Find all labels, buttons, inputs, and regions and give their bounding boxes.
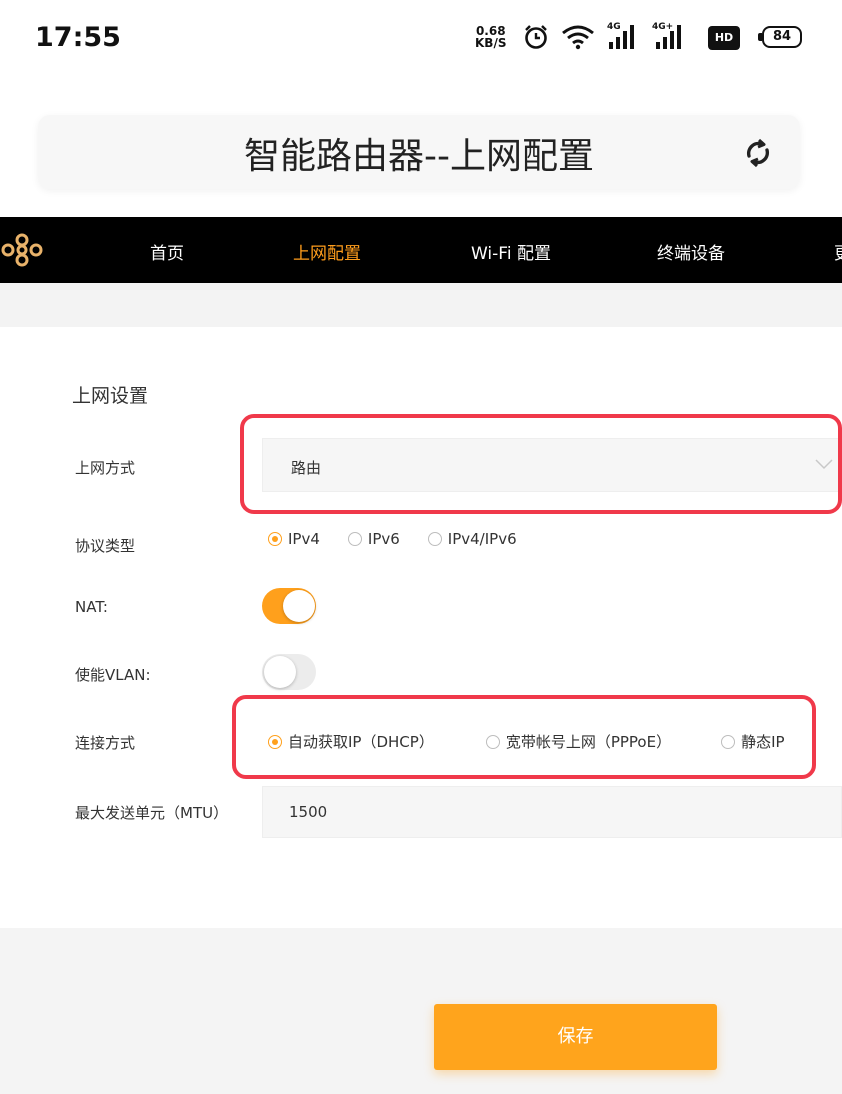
nav-item-internet-config[interactable]: 上网配置 (293, 239, 361, 264)
alarm-icon (525, 25, 547, 49)
toggle-knob (283, 590, 315, 622)
radio-dot (721, 734, 736, 749)
status-bar: 17:55 0.68 KB/S 4G 4G+ HD 84 (0, 0, 842, 80)
radio-ipv4-ipv6-label: IPv4/IPv6 (447, 530, 517, 548)
radio-pppoe-label: 宽带帐号上网（PPPoE） (505, 733, 672, 751)
hd-label: HD (714, 31, 734, 44)
vlan-toggle[interactable] (262, 654, 316, 690)
clock: 17:55 (35, 22, 121, 53)
nav-item-more[interactable]: 更 (834, 239, 842, 264)
radio-ipv6-label: IPv6 (367, 530, 400, 548)
nat-label: NAT: (75, 598, 108, 616)
save-button[interactable]: 保存 (434, 1004, 717, 1070)
mtu-label: 最大发送单元（MTU） (75, 804, 229, 822)
radio-dhcp[interactable]: 自动获取IP（DHCP） (268, 731, 434, 752)
radio-ipv4-label: IPv4 (288, 530, 320, 548)
battery-icon: 84 (758, 26, 802, 48)
radio-dot (485, 734, 500, 749)
china-unicom-logo-icon (1, 233, 43, 267)
main-nav: 首页 上网配置 Wi-Fi 配置 终端设备 更 (0, 217, 842, 283)
radio-pppoe[interactable]: 宽带帐号上网（PPPoE） (485, 731, 672, 752)
radio-ipv4-ipv6[interactable]: IPv4/IPv6 (427, 530, 517, 548)
access-mode-select[interactable]: 路由 (262, 438, 842, 492)
radio-ipv4[interactable]: IPv4 (268, 530, 320, 548)
network-speed-unit: KB/S (475, 36, 507, 50)
radio-dot (268, 734, 282, 749)
network-speed: 0.68 KB/S (475, 25, 506, 49)
section-title: 上网设置 (72, 385, 149, 407)
spacer-band (0, 283, 842, 327)
nav-item-devices[interactable]: 终端设备 (657, 239, 725, 264)
nav-item-home[interactable]: 首页 (150, 239, 184, 264)
signal-2: 4G+ (652, 22, 692, 52)
vlan-label: 使能VLAN: (75, 666, 151, 684)
chevron-down-icon (815, 459, 833, 470)
nav-item-wifi-config[interactable]: Wi-Fi 配置 (471, 239, 551, 264)
protocol-label: 协议类型 (75, 537, 136, 555)
signal-icon (609, 25, 634, 49)
page-title: 智能路由器--上网配置 (244, 136, 594, 177)
hd-icon: HD (708, 26, 740, 50)
radio-ipv6[interactable]: IPv6 (347, 530, 400, 548)
radio-static-ip[interactable]: 静态IP (721, 731, 785, 752)
connection-label: 连接方式 (75, 734, 136, 752)
radio-dot (268, 532, 282, 546)
mtu-input[interactable]: 1500 (262, 786, 842, 838)
radio-static-ip-label: 静态IP (741, 733, 785, 751)
refresh-icon[interactable] (740, 135, 776, 171)
toggle-knob (264, 656, 296, 688)
access-mode-label: 上网方式 (75, 459, 136, 477)
signal-1: 4G (607, 22, 643, 52)
connection-radio-group: 自动获取IP（DHCP） 宽带帐号上网（PPPoE） 静态IP (268, 731, 785, 752)
radio-dhcp-label: 自动获取IP（DHCP） (288, 733, 434, 751)
wifi-icon (562, 25, 594, 50)
radio-dot (427, 532, 442, 546)
signal-icon (656, 25, 681, 49)
radio-dot (347, 532, 362, 546)
title-bar: 智能路由器--上网配置 (38, 115, 800, 189)
protocol-radio-group: IPv4 IPv6 IPv4/IPv6 (268, 530, 517, 548)
access-mode-value: 路由 (291, 459, 322, 477)
nat-toggle[interactable] (262, 588, 316, 624)
